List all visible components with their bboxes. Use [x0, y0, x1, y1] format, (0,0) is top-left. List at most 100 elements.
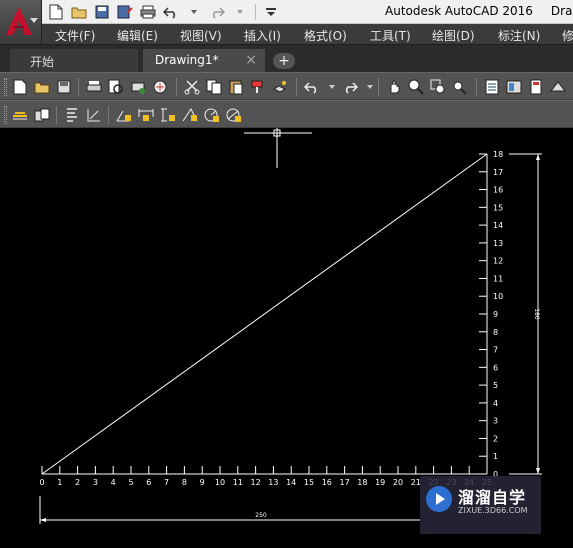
menu-tools[interactable]: 工具(T) [370, 27, 411, 44]
y-tick-label: 9 [493, 310, 498, 319]
toolbar-grip[interactable] [4, 78, 7, 96]
menu-format[interactable]: 格式(O) [304, 27, 347, 44]
y-tick-label: 3 [493, 417, 498, 426]
y-tick-label: 7 [493, 346, 498, 355]
undo-icon[interactable] [302, 77, 322, 97]
y-tick-label: 10 [493, 292, 503, 301]
y-tick-label: 15 [493, 203, 503, 212]
x-tick-label: 6 [146, 478, 151, 487]
x-tick-label: 12 [251, 478, 261, 487]
constraint-angular-icon[interactable] [114, 105, 134, 125]
constraint-horizontal-icon[interactable] [136, 105, 156, 125]
publish-icon[interactable] [128, 77, 148, 97]
zoom-realtime-icon[interactable] [406, 77, 426, 97]
new-tab-button[interactable]: + [273, 53, 295, 69]
document-title: Draw [550, 4, 573, 18]
redo-dropdown-icon[interactable] [230, 2, 250, 22]
application-menu-button[interactable] [0, 0, 42, 44]
save-icon[interactable] [92, 2, 112, 22]
zoom-window-icon[interactable] [428, 77, 448, 97]
quick-access-toolbar [46, 0, 281, 24]
tab-close-icon[interactable]: × [245, 52, 257, 68]
layer-icon[interactable] [10, 105, 30, 125]
tab-drawing1[interactable]: Drawing1* × [143, 49, 265, 73]
undo-dropdown-icon[interactable] [322, 77, 342, 97]
constraint-diameter-icon[interactable] [224, 105, 244, 125]
watermark-url: ZIXUE.3D66.COM [458, 506, 528, 515]
pan-icon[interactable] [384, 77, 404, 97]
tab-start[interactable]: 开始 [10, 49, 138, 73]
y-tick-label: 4 [493, 399, 498, 408]
design-center-icon[interactable] [504, 77, 524, 97]
zoom-previous-icon[interactable] [450, 77, 470, 97]
tab-start-label: 开始 [30, 55, 55, 69]
text-style-icon[interactable] [62, 105, 82, 125]
redo-icon[interactable] [207, 2, 227, 22]
horizontal-dimension-arrow-left [40, 518, 46, 522]
properties-icon[interactable] [482, 77, 502, 97]
menu-dimension[interactable]: 标注(N) [498, 27, 540, 44]
open-icon[interactable] [69, 2, 89, 22]
watermark: 溜溜自学 ZIXUE.3D66.COM [420, 476, 541, 534]
menu-file[interactable]: 文件(F) [55, 27, 95, 44]
x-tick-label: 15 [304, 478, 314, 487]
menu-edit[interactable]: 编辑(E) [117, 27, 158, 44]
y-tick-label: 16 [493, 186, 503, 195]
print-icon[interactable] [138, 2, 158, 22]
constraint-vertical-icon[interactable] [158, 105, 178, 125]
redo-dropdown-icon[interactable] [360, 77, 380, 97]
constraint-radius-icon[interactable] [202, 105, 222, 125]
plot-preview-icon[interactable] [106, 77, 126, 97]
x-tick-label: 0 [39, 478, 44, 487]
constraint-aligned-icon[interactable] [180, 105, 200, 125]
x-tick-label: 2 [75, 478, 80, 487]
toolbar-grip[interactable] [4, 106, 7, 124]
y-tick-label: 11 [493, 274, 503, 283]
undo-dropdown-icon[interactable] [184, 2, 204, 22]
play-logo-icon [426, 486, 452, 512]
plot-icon[interactable] [84, 77, 104, 97]
dimension-style-icon[interactable] [84, 105, 104, 125]
save-as-icon[interactable] [115, 2, 135, 22]
redo-icon[interactable] [340, 77, 360, 97]
y-tick-label: 5 [493, 381, 498, 390]
separator [108, 106, 109, 124]
save-icon[interactable] [54, 77, 74, 97]
x-tick-label: 13 [268, 478, 278, 487]
x-tick-label: 17 [340, 478, 350, 487]
y-tick-label: 14 [493, 221, 503, 230]
menu-modify[interactable]: 修 [562, 27, 573, 44]
layer-state-icon[interactable] [32, 105, 52, 125]
file-tab-bar: 开始 Drawing1* × + [0, 44, 573, 73]
menu-insert[interactable]: 插入(I) [244, 27, 281, 44]
y-tick-label: 2 [493, 434, 498, 443]
paste-icon[interactable] [226, 77, 246, 97]
publish-3d-icon[interactable] [150, 77, 170, 97]
y-tick-label: 17 [493, 168, 503, 177]
vertical-dimension-arrow-top [536, 154, 540, 160]
y-tick-label: 13 [493, 239, 503, 248]
open-icon[interactable] [32, 77, 52, 97]
menu-draw[interactable]: 绘图(D) [432, 27, 475, 44]
customize-icon[interactable] [261, 2, 281, 22]
standard-toolbar [0, 72, 573, 100]
copy-icon[interactable] [204, 77, 224, 97]
cut-icon[interactable] [182, 77, 202, 97]
new-icon[interactable] [46, 2, 66, 22]
match-properties-icon[interactable] [248, 77, 268, 97]
x-tick-label: 11 [233, 478, 243, 487]
undo-icon[interactable] [161, 2, 181, 22]
menu-view[interactable]: 视图(V) [180, 27, 222, 44]
separator [78, 78, 79, 96]
separator [476, 78, 477, 96]
tool-palettes-icon[interactable] [526, 77, 546, 97]
separator [378, 78, 379, 96]
sheet-set-icon[interactable] [548, 77, 568, 97]
title-bar: Autodesk AutoCAD 2016 Draw [0, 0, 573, 24]
block-editor-icon[interactable] [270, 77, 290, 97]
separator [176, 78, 177, 96]
separator [255, 4, 256, 20]
new-icon[interactable] [10, 77, 30, 97]
watermark-title: 溜溜自学 [458, 488, 527, 507]
x-tick-label: 4 [111, 478, 116, 487]
